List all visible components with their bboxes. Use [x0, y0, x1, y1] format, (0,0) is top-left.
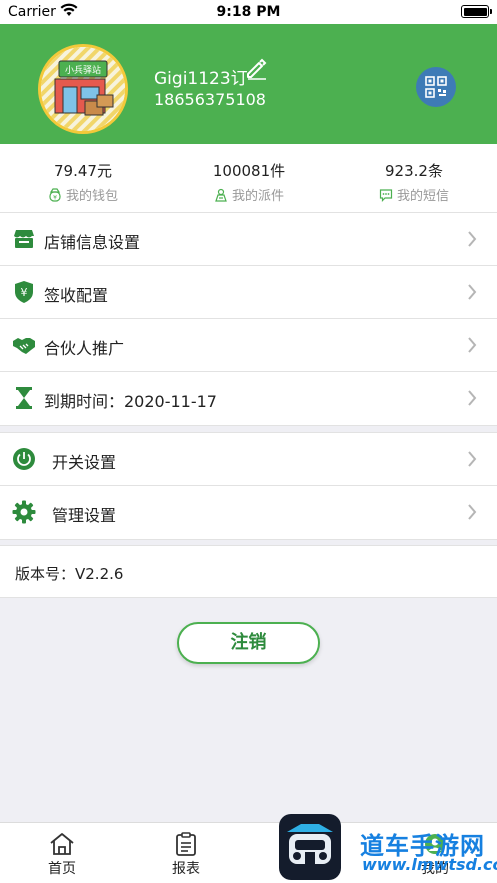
menu-label: 到期时间：2020-11-17: [44, 392, 217, 411]
status-bar: Carrier 9:18 PM: [0, 0, 497, 24]
shop-sign-text: 小兵驿站: [65, 64, 101, 76]
sms-value: 923.2条: [385, 162, 443, 180]
hourglass-icon: [16, 387, 32, 409]
shield-yen-icon: ¥: [15, 281, 33, 303]
report-icon: [176, 832, 196, 856]
handshake-icon: [13, 338, 35, 354]
qr-code-icon: [425, 76, 447, 98]
menu-label: 管理设置: [52, 506, 117, 525]
menu-item-partner-promo[interactable]: 合伙人推广: [0, 319, 497, 372]
logout-button[interactable]: 注销: [177, 622, 320, 664]
wallet-icon: ¥: [49, 187, 61, 202]
home-icon: [50, 833, 74, 855]
chevron-right-icon: [468, 231, 477, 247]
menu-item-store-info[interactable]: 店铺信息设置: [0, 213, 497, 266]
svg-text:¥: ¥: [21, 286, 28, 299]
menu-label: 开关设置: [52, 453, 117, 472]
chevron-right-icon: [468, 504, 477, 520]
stat-wallet[interactable]: 79.47元 ¥ 我的钱包: [0, 144, 166, 206]
gear-icon: [12, 500, 36, 524]
menu-label: 店铺信息设置: [44, 233, 141, 252]
stat-sms[interactable]: 923.2条 我的短信: [331, 144, 497, 206]
menu-label: 合伙人推广: [44, 339, 125, 358]
chevron-right-icon: [468, 451, 477, 467]
version-row: 版本号：V2.2.6: [0, 545, 497, 598]
avatar[interactable]: 小兵驿站: [38, 44, 128, 134]
power-icon: [13, 448, 35, 470]
clock: 9:18 PM: [216, 4, 281, 20]
tab-report[interactable]: 报表: [124, 823, 248, 883]
menu-item-manage-settings[interactable]: 管理设置: [0, 486, 497, 539]
profile-header: 小兵驿站 Gigi1123订 18656375108: [0, 24, 497, 144]
message-icon: [379, 188, 393, 202]
menu-item-switch-settings[interactable]: 开关设置: [0, 433, 497, 486]
chevron-right-icon: [468, 337, 477, 353]
stats-bar: 79.47元 ¥ 我的钱包 100081件 我的派件 923.2条 我的短信: [0, 144, 497, 212]
watermark-url: www.lmwtsd.com: [362, 855, 497, 874]
user-name: Gigi1123订: [154, 69, 248, 89]
user-phone: 18656375108: [154, 90, 266, 109]
deliveries-value: 100081件: [212, 162, 286, 180]
edit-pencil-icon[interactable]: [244, 56, 268, 84]
chevron-right-icon: [468, 284, 477, 300]
svg-text:¥: ¥: [53, 194, 57, 201]
courier-icon: [215, 188, 227, 202]
menu-group-main: 店铺信息设置 ¥ 签收配置 合伙人推广 到期时间：2020-11-17: [0, 212, 497, 426]
stat-deliveries[interactable]: 100081件 我的派件: [166, 144, 332, 206]
battery-icon: [461, 5, 492, 18]
chevron-right-icon: [468, 390, 477, 406]
menu-item-expiry[interactable]: 到期时间：2020-11-17: [0, 372, 497, 425]
store-icon: [14, 230, 34, 248]
wallet-value: 79.47元: [54, 162, 112, 180]
watermark-logo: [279, 814, 341, 880]
menu-item-sign-config[interactable]: ¥ 签收配置: [0, 266, 497, 319]
sms-label: 我的短信: [396, 189, 449, 204]
deliveries-label: 我的派件: [231, 189, 284, 204]
wallet-label: 我的钱包: [65, 189, 118, 204]
qr-code-button[interactable]: [416, 67, 456, 107]
tab-home[interactable]: 首页: [0, 823, 124, 883]
version-label: 版本号：V2.2.6: [15, 565, 124, 583]
tab-label: 首页: [48, 861, 76, 877]
menu-group-settings: 开关设置 管理设置: [0, 432, 497, 540]
tab-label: 报表: [172, 861, 200, 877]
menu-label: 签收配置: [44, 286, 109, 305]
